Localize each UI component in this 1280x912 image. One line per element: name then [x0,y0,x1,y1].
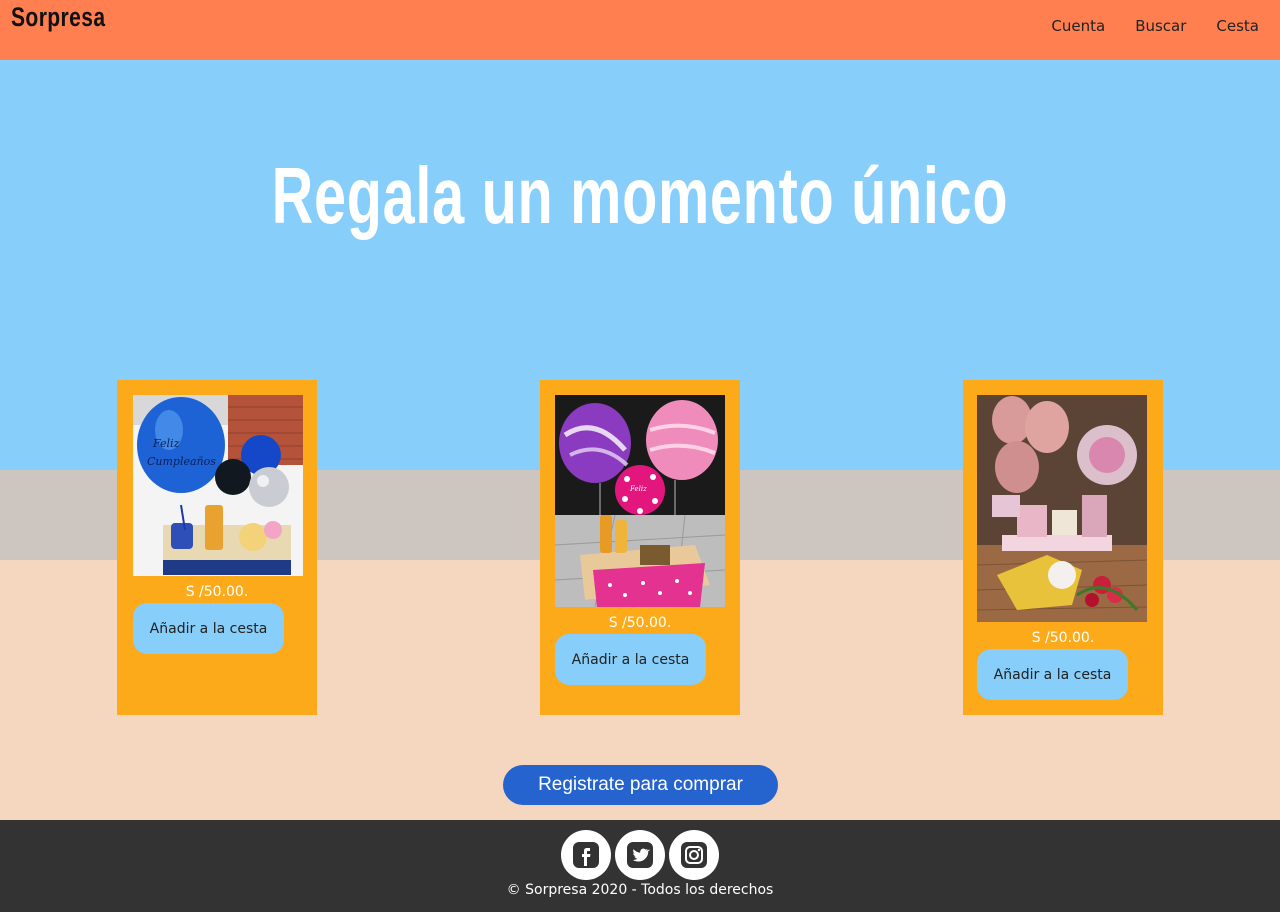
nav-link-cesta[interactable]: Cesta [1216,17,1259,35]
product-card: Feliz S /50.00. Añadir a la cesta [540,380,740,715]
hero-title: Regala un momento único [271,151,1009,240]
site-footer: © Sorpresa 2020 - Todos los derechos [0,820,1280,912]
product-price: S /50.00. [1031,630,1095,646]
twitter-icon[interactable] [615,830,665,880]
product-card: Feliz Cumpleaños S /50.00. Añadir a la c… [117,380,317,715]
product-price: S /50.00. [608,615,672,631]
product-card: S /50.00. Añadir a la cesta [963,380,1163,715]
gift-basket-blue-balloons-image[interactable]: Feliz Cumpleaños [133,395,303,576]
svg-text:Feliz: Feliz [152,437,180,450]
site-logo[interactable]: Sorpresa [11,2,105,33]
add-to-cart-button[interactable]: Añadir a la cesta [133,603,284,654]
svg-text:Feliz: Feliz [629,485,647,493]
add-to-cart-button[interactable]: Añadir a la cesta [977,649,1128,700]
instagram-icon[interactable] [669,830,719,880]
register-button[interactable]: Registrate para comprar [503,765,778,805]
facebook-icon[interactable] [561,830,611,880]
svg-text:Cumpleaños: Cumpleaños [147,455,216,468]
gift-basket-pink-purple-balloons-image[interactable]: Feliz [555,395,725,607]
copyright-text: © Sorpresa 2020 - Todos los derechos [506,882,774,898]
nav-link-cuenta[interactable]: Cuenta [1051,17,1105,35]
add-to-cart-button[interactable]: Añadir a la cesta [555,634,706,685]
nav-link-buscar[interactable]: Buscar [1135,17,1186,35]
main-nav: Cuenta Buscar Cesta [1051,17,1259,35]
gift-arrangement-rose-gold-balloons-image[interactable] [977,395,1147,622]
site-header: Sorpresa Cuenta Buscar Cesta [0,0,1280,60]
product-price: S /50.00. [185,584,249,600]
